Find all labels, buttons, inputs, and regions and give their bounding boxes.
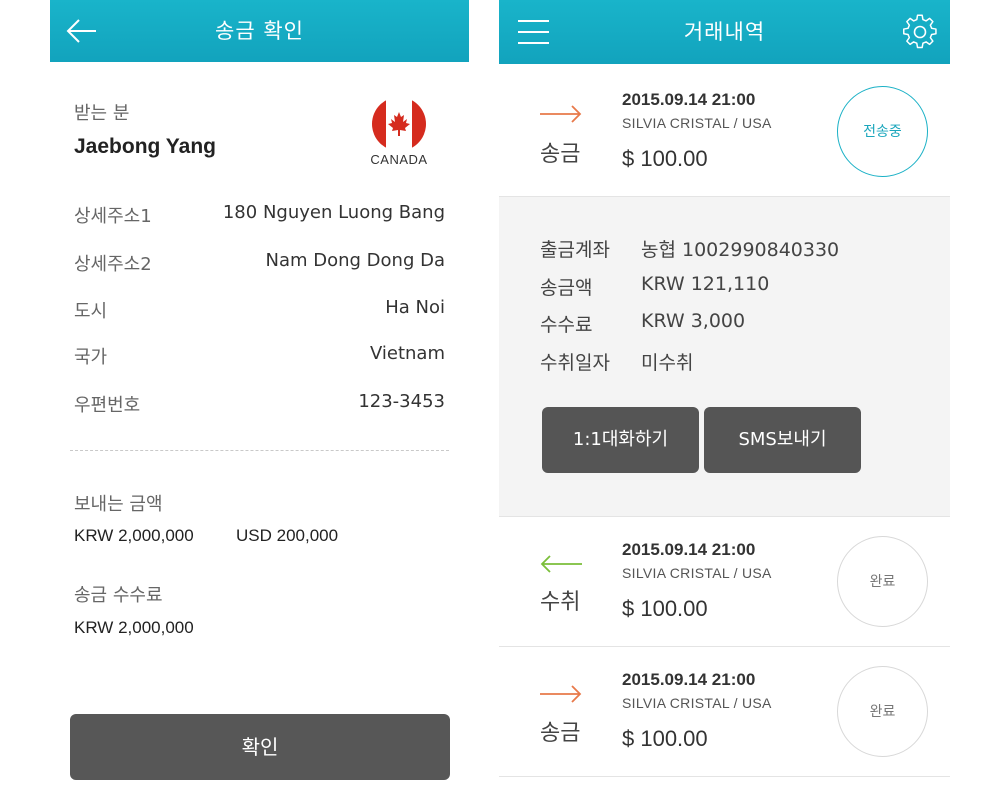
sms-button[interactable]: SMS보내기 bbox=[704, 407, 861, 473]
transaction-datetime: 2015.09.14 21:00 bbox=[622, 540, 756, 559]
transaction-row[interactable]: 수취 2015.09.14 21:00 SILVIA CRISTAL / USA… bbox=[499, 517, 950, 647]
chat-button[interactable]: 1:1대화하기 bbox=[542, 407, 699, 473]
transaction-counterparty: SILVIA CRISTAL / USA bbox=[622, 565, 772, 581]
address-value: Vietnam bbox=[369, 343, 445, 364]
transaction-amount: $ 100.00 bbox=[622, 596, 708, 621]
detail-label: 송금액 bbox=[540, 277, 593, 299]
transaction-history-screen: 거래내역 송금 2015.09.14 21:00 SILVIA CRISTAL … bbox=[499, 0, 950, 800]
transaction-amount: $ 100.00 bbox=[622, 146, 708, 171]
send-amount-usd: USD 200,000 bbox=[236, 526, 339, 545]
address-value: 180 Nguyen Luong Bang bbox=[222, 202, 445, 223]
fee-label: 송금 수수료 bbox=[74, 585, 163, 606]
receive-arrow-icon bbox=[539, 554, 583, 574]
detail-value: 미수취 bbox=[641, 352, 694, 374]
detail-label: 수수료 bbox=[540, 314, 593, 336]
gear-icon[interactable] bbox=[902, 14, 938, 50]
detail-label: 수취일자 bbox=[540, 352, 610, 374]
transaction-amount: $ 100.00 bbox=[622, 726, 708, 751]
address-label: 우편번호 bbox=[74, 395, 141, 416]
transaction-detail-panel: 출금계좌 농협 1002990840330 송금액 KRW 121,110 수수… bbox=[499, 197, 950, 517]
transaction-counterparty: SILVIA CRISTAL / USA bbox=[622, 115, 772, 131]
detail-value: 농협 1002990840330 bbox=[641, 239, 840, 261]
status-badge[interactable]: 전송중 bbox=[837, 86, 928, 177]
send-amount-label: 보내는 금액 bbox=[74, 494, 163, 515]
address-label: 상세주소1 bbox=[74, 206, 152, 227]
send-arrow-icon bbox=[539, 684, 583, 704]
transaction-type: 송금 bbox=[540, 721, 581, 746]
address-label: 국가 bbox=[74, 347, 108, 368]
confirm-button[interactable]: 확인 bbox=[70, 714, 450, 780]
header-bar: 거래내역 bbox=[499, 0, 950, 64]
transaction-counterparty: SILVIA CRISTAL / USA bbox=[622, 695, 772, 711]
transaction-type: 송금 bbox=[540, 142, 581, 167]
address-label: 상세주소2 bbox=[74, 254, 152, 275]
transaction-row[interactable]: 송금 2015.09.14 21:00 SILVIA CRISTAL / USA… bbox=[499, 647, 950, 777]
send-amount-krw: KRW 2,000,000 bbox=[74, 526, 194, 545]
canada-flag-icon bbox=[372, 97, 426, 151]
detail-label: 출금계좌 bbox=[540, 239, 610, 261]
detail-value: KRW 3,000 bbox=[641, 310, 746, 332]
address-value: 123-3453 bbox=[358, 391, 445, 412]
recipient-name: Jaebong Yang bbox=[74, 135, 216, 158]
transaction-row[interactable]: 송금 2015.09.14 21:00 SILVIA CRISTAL / USA… bbox=[499, 66, 950, 197]
remittance-confirm-screen: 송금 확인 받는 분 Jaebong Yang CANADA 상세주소1 180… bbox=[50, 0, 469, 800]
send-arrow-icon bbox=[539, 104, 583, 124]
transaction-datetime: 2015.09.14 21:00 bbox=[622, 90, 756, 109]
header-bar: 송금 확인 bbox=[50, 0, 469, 62]
address-label: 도시 bbox=[74, 301, 108, 322]
transaction-type: 수취 bbox=[540, 590, 581, 615]
page-title: 거래내역 bbox=[683, 20, 766, 44]
fee-value: KRW 2,000,000 bbox=[74, 618, 194, 637]
detail-value: KRW 121,110 bbox=[641, 273, 770, 295]
country-label: CANADA bbox=[370, 152, 428, 167]
status-badge[interactable]: 완료 bbox=[837, 536, 928, 627]
transaction-datetime: 2015.09.14 21:00 bbox=[622, 670, 756, 689]
address-value: Ha Noi bbox=[385, 297, 445, 318]
address-value: Nam Dong Dong Da bbox=[265, 250, 446, 271]
status-badge[interactable]: 완료 bbox=[837, 666, 928, 757]
recipient-label: 받는 분 bbox=[74, 103, 130, 124]
divider bbox=[70, 450, 449, 451]
page-title: 송금 확인 bbox=[215, 19, 304, 43]
